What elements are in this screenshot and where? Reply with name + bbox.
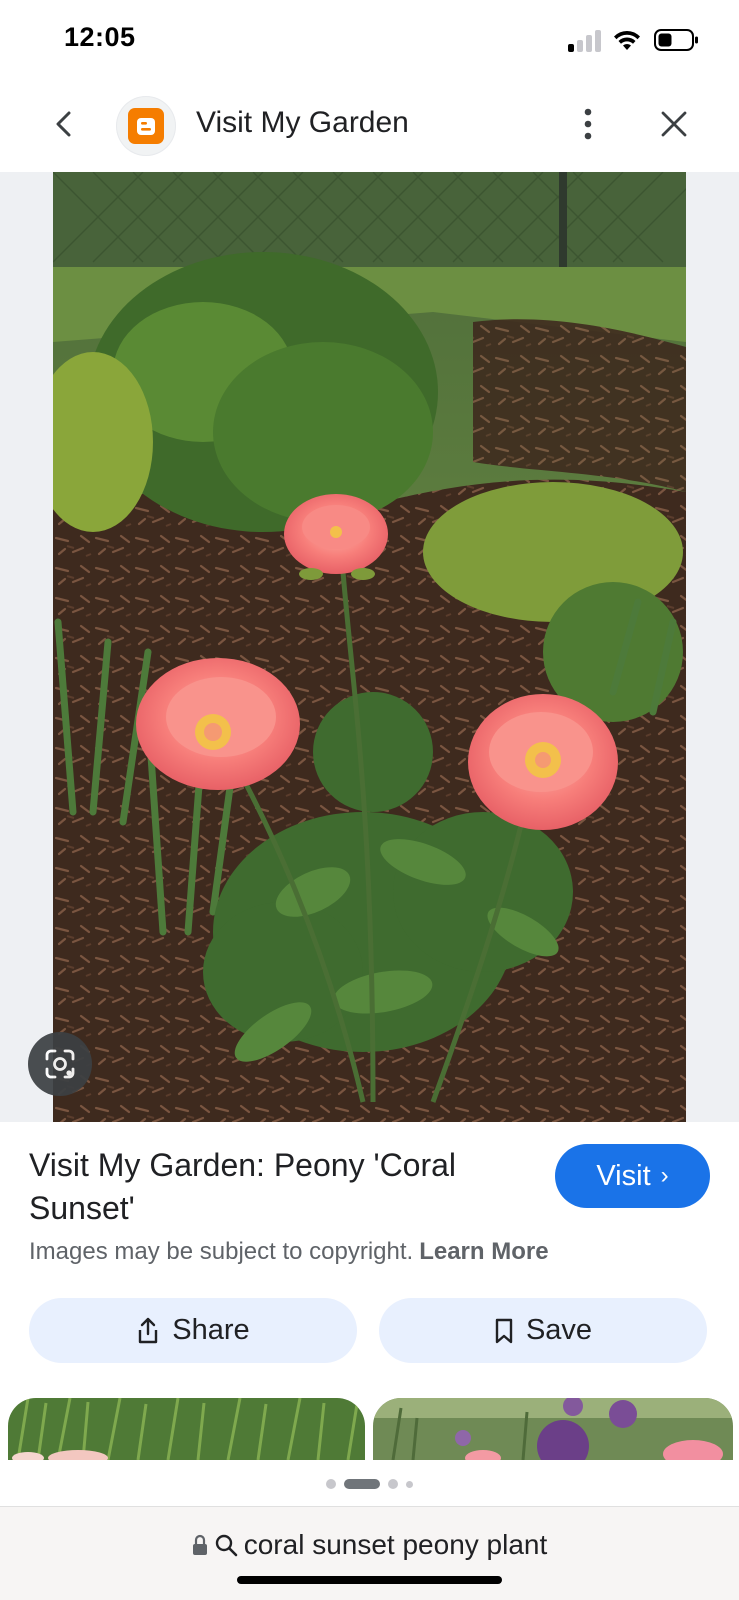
battery-icon <box>654 29 698 51</box>
google-lens-icon <box>45 1049 75 1079</box>
share-button[interactable]: Share <box>29 1298 357 1363</box>
search-icon <box>214 1533 238 1557</box>
pager-dot[interactable] <box>388 1479 398 1489</box>
site-title[interactable]: Visit My Garden <box>196 106 409 140</box>
image-preview-area <box>0 172 739 1122</box>
more-options-button[interactable] <box>568 102 608 146</box>
back-button[interactable] <box>44 104 84 144</box>
more-vertical-icon <box>584 108 592 140</box>
status-bar: 12:05 <box>0 0 739 80</box>
home-indicator <box>237 1576 502 1584</box>
google-lens-button[interactable] <box>28 1032 92 1096</box>
viewer-header: Visit My Garden <box>0 88 739 170</box>
visit-button[interactable]: Visit › <box>555 1144 710 1208</box>
save-label: Save <box>525 1314 593 1346</box>
address-query-row[interactable]: coral sunset peony plant <box>0 1529 739 1561</box>
image-title: Visit My Garden: Peony 'Coral Sunset' <box>29 1147 457 1226</box>
copyright-notice: Images may be subject to copyright. Learn… <box>29 1238 549 1266</box>
address-bar[interactable]: coral sunset peony plant <box>0 1506 739 1600</box>
close-icon <box>661 111 687 137</box>
close-button[interactable] <box>654 104 694 144</box>
search-query: coral sunset peony plant <box>243 1529 548 1560</box>
chevron-right-icon: › <box>660 1162 669 1189</box>
peony-photo[interactable] <box>53 172 686 1122</box>
site-logo <box>116 96 176 156</box>
related-image-thumbnail[interactable] <box>373 1398 733 1460</box>
share-icon <box>136 1317 160 1345</box>
status-time: 12:05 <box>64 22 136 52</box>
related-image-thumbnail[interactable] <box>8 1398 365 1460</box>
pager-dot[interactable] <box>406 1480 413 1488</box>
wifi-icon <box>614 30 640 50</box>
bookmark-icon <box>494 1318 514 1344</box>
blogger-icon <box>128 108 164 144</box>
pager-dot[interactable] <box>326 1479 336 1489</box>
save-button[interactable]: Save <box>379 1298 707 1363</box>
chevron-left-icon <box>56 111 71 137</box>
carousel-pager <box>0 1476 739 1492</box>
visit-label: Visit <box>596 1159 651 1192</box>
share-label: Share <box>172 1314 250 1346</box>
cellular-signal-icon <box>568 30 602 52</box>
learn-more-link[interactable]: Learn More <box>419 1238 548 1265</box>
pager-dot-active[interactable] <box>344 1479 380 1489</box>
lock-icon <box>192 1534 208 1556</box>
copyright-text: Images may be subject to copyright. <box>29 1238 414 1265</box>
